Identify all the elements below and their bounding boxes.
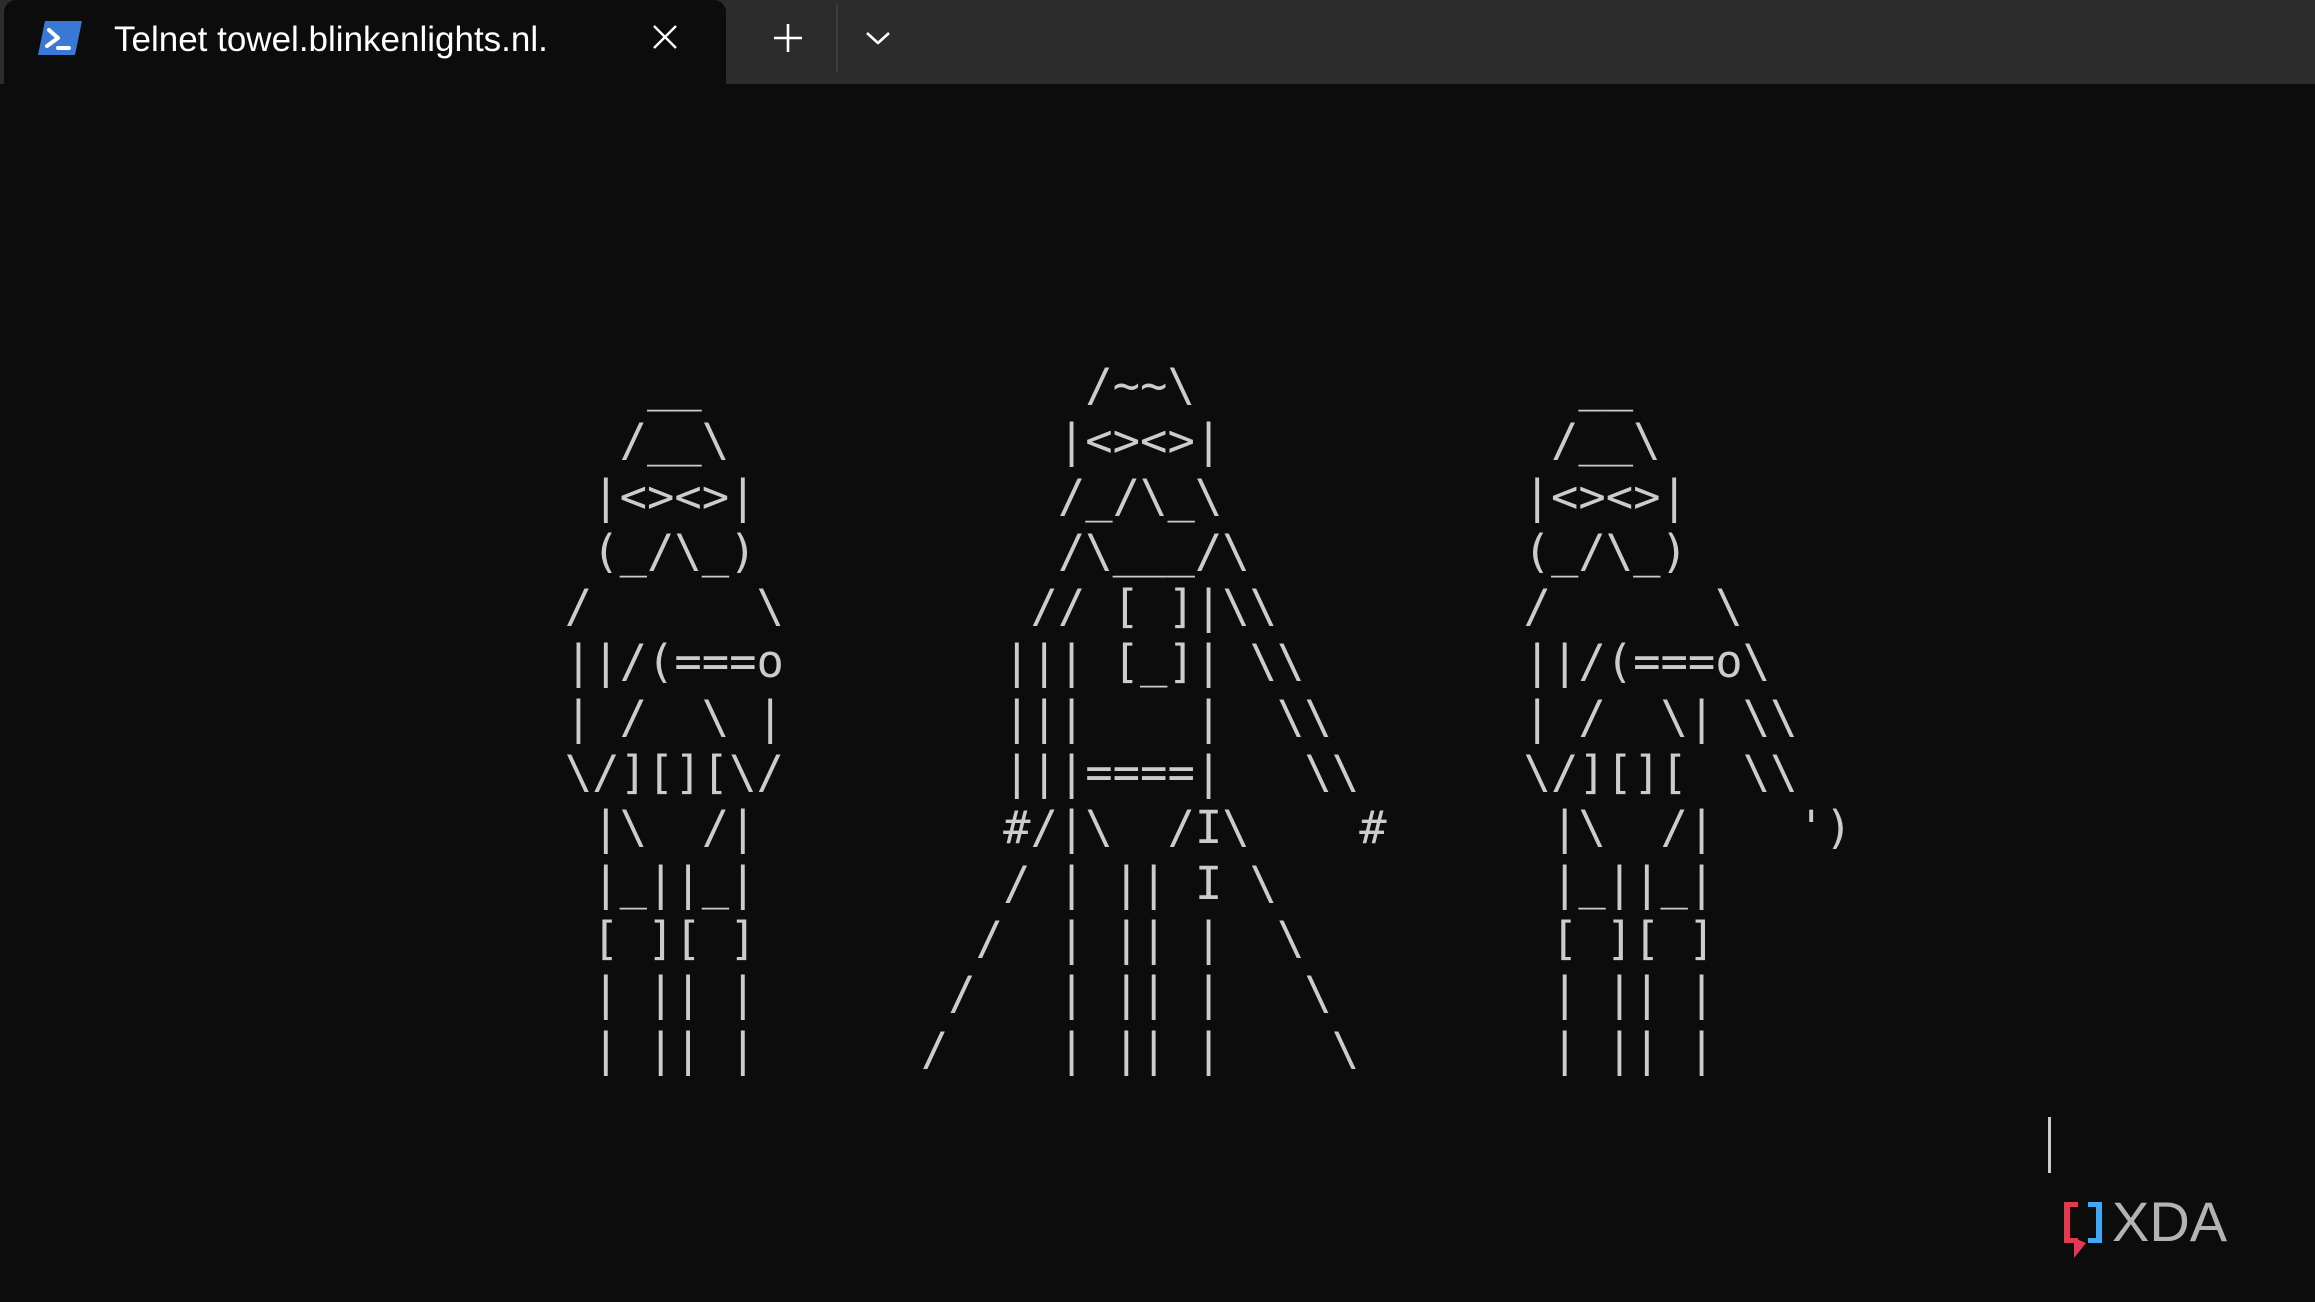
close-icon[interactable] [644, 16, 686, 58]
tab-title: Telnet towel.blinkenlights.nl. [114, 20, 548, 59]
plus-icon [774, 24, 802, 52]
terminal-window: Telnet towel.blinkenlights.nl. __ /~~\ _… [0, 0, 2315, 1302]
new-tab-button[interactable] [762, 14, 814, 62]
tab-dropdown-button[interactable] [852, 14, 904, 62]
tab-bar: Telnet towel.blinkenlights.nl. [0, 0, 2315, 84]
tab-telnet[interactable]: Telnet towel.blinkenlights.nl. [4, 0, 726, 84]
text-cursor [2048, 1117, 2051, 1173]
watermark-text: XDA [2112, 1196, 2228, 1253]
chevron-down-icon [866, 32, 890, 45]
tab-divider [836, 4, 838, 72]
powershell-icon [36, 19, 84, 57]
ascii-art: __ /~~\ __ /__\ |<><>| /__\ |<><>| /_/\_… [564, 359, 1853, 1076]
xda-watermark: XDA [2060, 1190, 2286, 1266]
